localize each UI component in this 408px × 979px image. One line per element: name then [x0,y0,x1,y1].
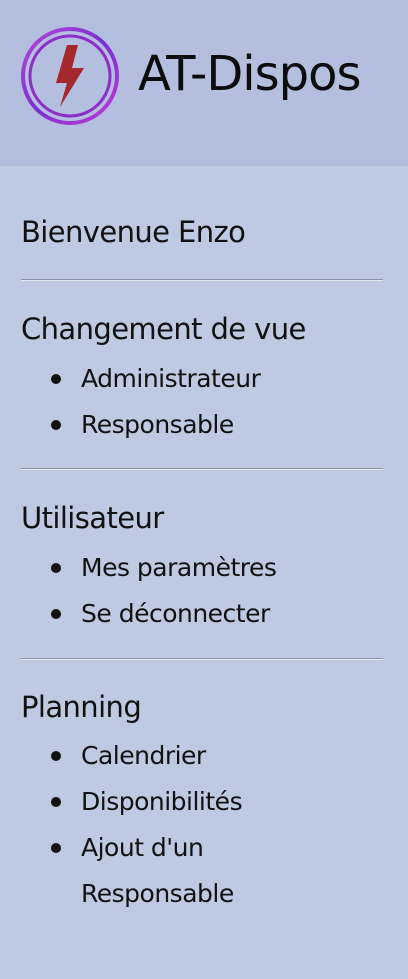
menu-item-label: Calendrier [81,741,206,770]
app-logo-lightning-icon[interactable] [20,26,120,126]
section-title-changement-de-vue: Changement de vue [21,312,306,346]
menu-item-mes-parametres[interactable]: Mes paramètres [0,545,341,591]
menu-list-changement-de-vue: Administrateur Responsable [0,356,341,448]
menu-item-label: Se déconnecter [81,599,270,628]
section-title-utilisateur: Utilisateur [21,501,164,535]
menu-item-label: Responsable [81,410,234,439]
bullet-icon [51,563,61,573]
app-title: AT-Dispos [138,46,361,102]
bullet-icon [51,751,61,761]
bullet-icon [51,797,61,807]
menu-item-administrateur[interactable]: Administrateur [0,356,341,402]
section-title-planning: Planning [21,690,142,724]
menu-list-planning: Calendrier Disponibilités Ajout d'un Res… [0,733,341,917]
bullet-icon [51,420,61,430]
divider [21,279,383,281]
menu-item-label: Administrateur [81,364,261,393]
menu-item-se-deconnecter[interactable]: Se déconnecter [0,591,341,637]
divider [21,468,383,470]
bullet-icon [51,609,61,619]
menu-item-label: Mes paramètres [81,553,277,582]
menu-item-calendrier[interactable]: Calendrier [0,733,341,779]
welcome-message: Bienvenue Enzo [21,215,246,249]
app-header: AT-Dispos [0,0,408,166]
menu-item-disponibilites[interactable]: Disponibilités [0,779,341,825]
bullet-icon [51,374,61,384]
menu-item-responsable[interactable]: Responsable [0,402,341,448]
menu-item-label: Ajout d'un Responsable [81,833,234,908]
bullet-icon [51,843,61,853]
menu-list-utilisateur: Mes paramètres Se déconnecter [0,545,341,637]
menu-item-ajout-responsable[interactable]: Ajout d'un Responsable [0,825,256,917]
menu-item-label: Disponibilités [81,787,243,816]
divider [21,658,383,660]
